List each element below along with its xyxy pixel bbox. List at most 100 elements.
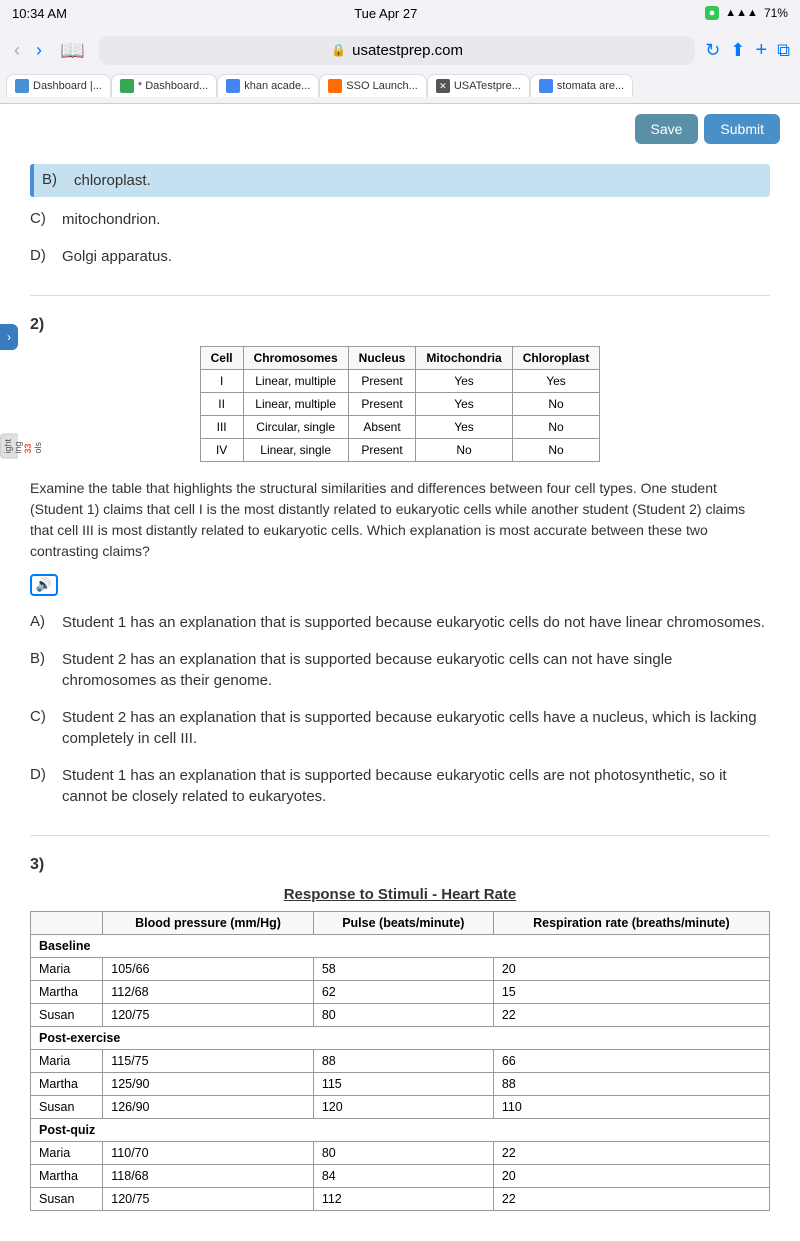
option-letter-d: D) xyxy=(30,246,50,264)
battery-percent: 71% xyxy=(764,6,788,20)
tab-usatestprep[interactable]: ✕ USATestpre... xyxy=(427,74,530,97)
q2-letter-d: D) xyxy=(30,765,50,783)
q2-option-d[interactable]: D) Student 1 has an explanation that is … xyxy=(30,757,770,815)
divider-1 xyxy=(30,295,770,296)
rth-bp: Blood pressure (mm/Hg) xyxy=(103,912,314,935)
tab-label-usatestprep: USATestpre... xyxy=(454,80,521,92)
bookmarks-icon[interactable]: 📖 xyxy=(56,36,89,65)
rth-subject xyxy=(31,912,103,935)
th-chloroplast: Chloroplast xyxy=(512,347,600,370)
new-tab-icon[interactable]: + xyxy=(755,39,767,62)
battery-green-icon: ● xyxy=(705,6,720,20)
th-chromosomes: Chromosomes xyxy=(243,347,348,370)
status-right: ● ▲▲▲ 71% xyxy=(705,6,788,20)
tab-label-khan: khan acade... xyxy=(244,80,310,92)
q2-text-b: Student 2 has an explanation that is sup… xyxy=(62,649,770,691)
status-time: 10:34 AM xyxy=(12,6,67,21)
question3-section: 3) Response to Stimuli - Heart Rate Bloo… xyxy=(30,856,770,1211)
divider-2 xyxy=(30,835,770,836)
submit-button[interactable]: Submit xyxy=(704,114,780,144)
question3-num: 3) xyxy=(30,856,770,874)
table-row: Martha125/9011588 xyxy=(31,1073,770,1096)
tab-favicon-stomata xyxy=(539,79,553,93)
table-row: Martha112/686215 xyxy=(31,981,770,1004)
side-panel[interactable]: ight ing 33 ols xyxy=(0,434,18,459)
section-row: Post-quiz xyxy=(31,1119,770,1142)
question2-options: A) Student 1 has an explanation that is … xyxy=(30,604,770,815)
share-icon[interactable]: ⬆ xyxy=(730,40,745,61)
url-bar[interactable]: 🔒 usatestprep.com xyxy=(99,36,695,65)
table-row: Martha118/688420 xyxy=(31,1165,770,1188)
table-row: IILinear, multiplePresentYesNo xyxy=(200,393,600,416)
answer-option-c[interactable]: C) mitochondrion. xyxy=(30,201,770,238)
tab-dashboard1[interactable]: Dashboard |... xyxy=(6,74,111,97)
option-text-b: chloroplast. xyxy=(74,170,151,191)
q2-option-b[interactable]: B) Student 2 has an explanation that is … xyxy=(30,641,770,699)
option-text-c: mitochondrion. xyxy=(62,209,160,230)
table-row: Maria110/708022 xyxy=(31,1142,770,1165)
lock-icon: 🔒 xyxy=(331,43,346,57)
table-row: Susan120/7511222 xyxy=(31,1188,770,1211)
tab-label-dashboard2: * Dashboard... xyxy=(138,80,208,92)
tab-sso[interactable]: SSO Launch... xyxy=(319,74,427,97)
audio-button[interactable]: 🔊 xyxy=(30,574,58,596)
refresh-icon[interactable]: ↻ xyxy=(705,40,720,61)
tabs-icon[interactable]: ⧉ xyxy=(777,40,790,61)
status-bar: 10:34 AM Tue Apr 27 ● ▲▲▲ 71% xyxy=(0,0,800,26)
q2-option-a[interactable]: A) Student 1 has an explanation that is … xyxy=(30,604,770,641)
table-row: Susan120/758022 xyxy=(31,1004,770,1027)
tab-khan[interactable]: khan acade... xyxy=(217,74,319,97)
section-row: Post-exercise xyxy=(31,1027,770,1050)
tab-dashboard2[interactable]: * Dashboard... xyxy=(111,74,217,97)
table-row: IIICircular, singleAbsentYesNo xyxy=(200,416,600,439)
wifi-icon: ▲▲▲ xyxy=(725,7,758,19)
forward-button[interactable]: › xyxy=(32,38,46,63)
question2-body: Examine the table that highlights the st… xyxy=(30,478,770,562)
th-cell: Cell xyxy=(200,347,243,370)
browser-tabs: Dashboard |... * Dashboard... khan acade… xyxy=(0,74,800,103)
page-content: Save Submit › ight ing 33 ols B) chlorop… xyxy=(0,104,800,1241)
table-row: ILinear, multiplePresentYesYes xyxy=(200,370,600,393)
action-buttons: Save Submit xyxy=(635,114,781,144)
q2-letter-b: B) xyxy=(30,649,50,667)
th-mitochondria: Mitochondria xyxy=(416,347,512,370)
response-table: Blood pressure (mm/Hg) Pulse (beats/minu… xyxy=(30,911,770,1211)
status-day: Tue Apr 27 xyxy=(354,6,417,21)
tab-favicon-sso xyxy=(328,79,342,93)
tab-stomata[interactable]: stomata are... xyxy=(530,74,633,97)
q2-text-d: Student 1 has an explanation that is sup… xyxy=(62,765,770,807)
q2-letter-c: C) xyxy=(30,707,50,725)
save-button[interactable]: Save xyxy=(635,114,699,144)
tab-favicon-dashboard2 xyxy=(120,79,134,93)
option-letter-c: C) xyxy=(30,209,50,227)
speaker-icon: 🔊 xyxy=(36,577,52,593)
tab-label-stomata: stomata are... xyxy=(557,80,624,92)
drawer-tab[interactable]: › xyxy=(0,324,18,350)
browser-chrome: ‹ › 📖 🔒 usatestprep.com ↻ ⬆ + ⧉ Dashboar… xyxy=(0,26,800,104)
answer-option-b[interactable]: B) chloroplast. xyxy=(30,164,770,197)
q2-option-c[interactable]: C) Student 2 has an explanation that is … xyxy=(30,699,770,757)
q2-letter-a: A) xyxy=(30,612,50,630)
nav-arrows: ‹ › xyxy=(10,38,46,63)
q2-text-c: Student 2 has an explanation that is sup… xyxy=(62,707,770,749)
question2-num: 2) xyxy=(30,316,770,334)
q2-text-a: Student 1 has an explanation that is sup… xyxy=(62,612,765,633)
th-nucleus: Nucleus xyxy=(348,347,416,370)
question2-table: Cell Chromosomes Nucleus Mitochondria Ch… xyxy=(200,346,601,462)
back-button[interactable]: ‹ xyxy=(10,38,24,63)
rth-pulse: Pulse (beats/minute) xyxy=(313,912,493,935)
section-row: Baseline xyxy=(31,935,770,958)
table-row: Susan126/90120110 xyxy=(31,1096,770,1119)
table-row: Maria115/758866 xyxy=(31,1050,770,1073)
question2-section: 2) Cell Chromosomes Nucleus Mitochondria… xyxy=(30,316,770,815)
tab-label-dashboard1: Dashboard |... xyxy=(33,80,102,92)
question1-section: B) chloroplast. C) mitochondrion. D) Gol… xyxy=(30,164,770,275)
url-text: usatestprep.com xyxy=(352,42,463,59)
answer-option-d[interactable]: D) Golgi apparatus. xyxy=(30,238,770,275)
option-text-d: Golgi apparatus. xyxy=(62,246,172,267)
tab-favicon-khan xyxy=(226,79,240,93)
tab-favicon-dashboard1 xyxy=(15,79,29,93)
table-title: Response to Stimuli - Heart Rate xyxy=(30,886,770,903)
table-row: Maria105/665820 xyxy=(31,958,770,981)
tab-label-sso: SSO Launch... xyxy=(346,80,418,92)
